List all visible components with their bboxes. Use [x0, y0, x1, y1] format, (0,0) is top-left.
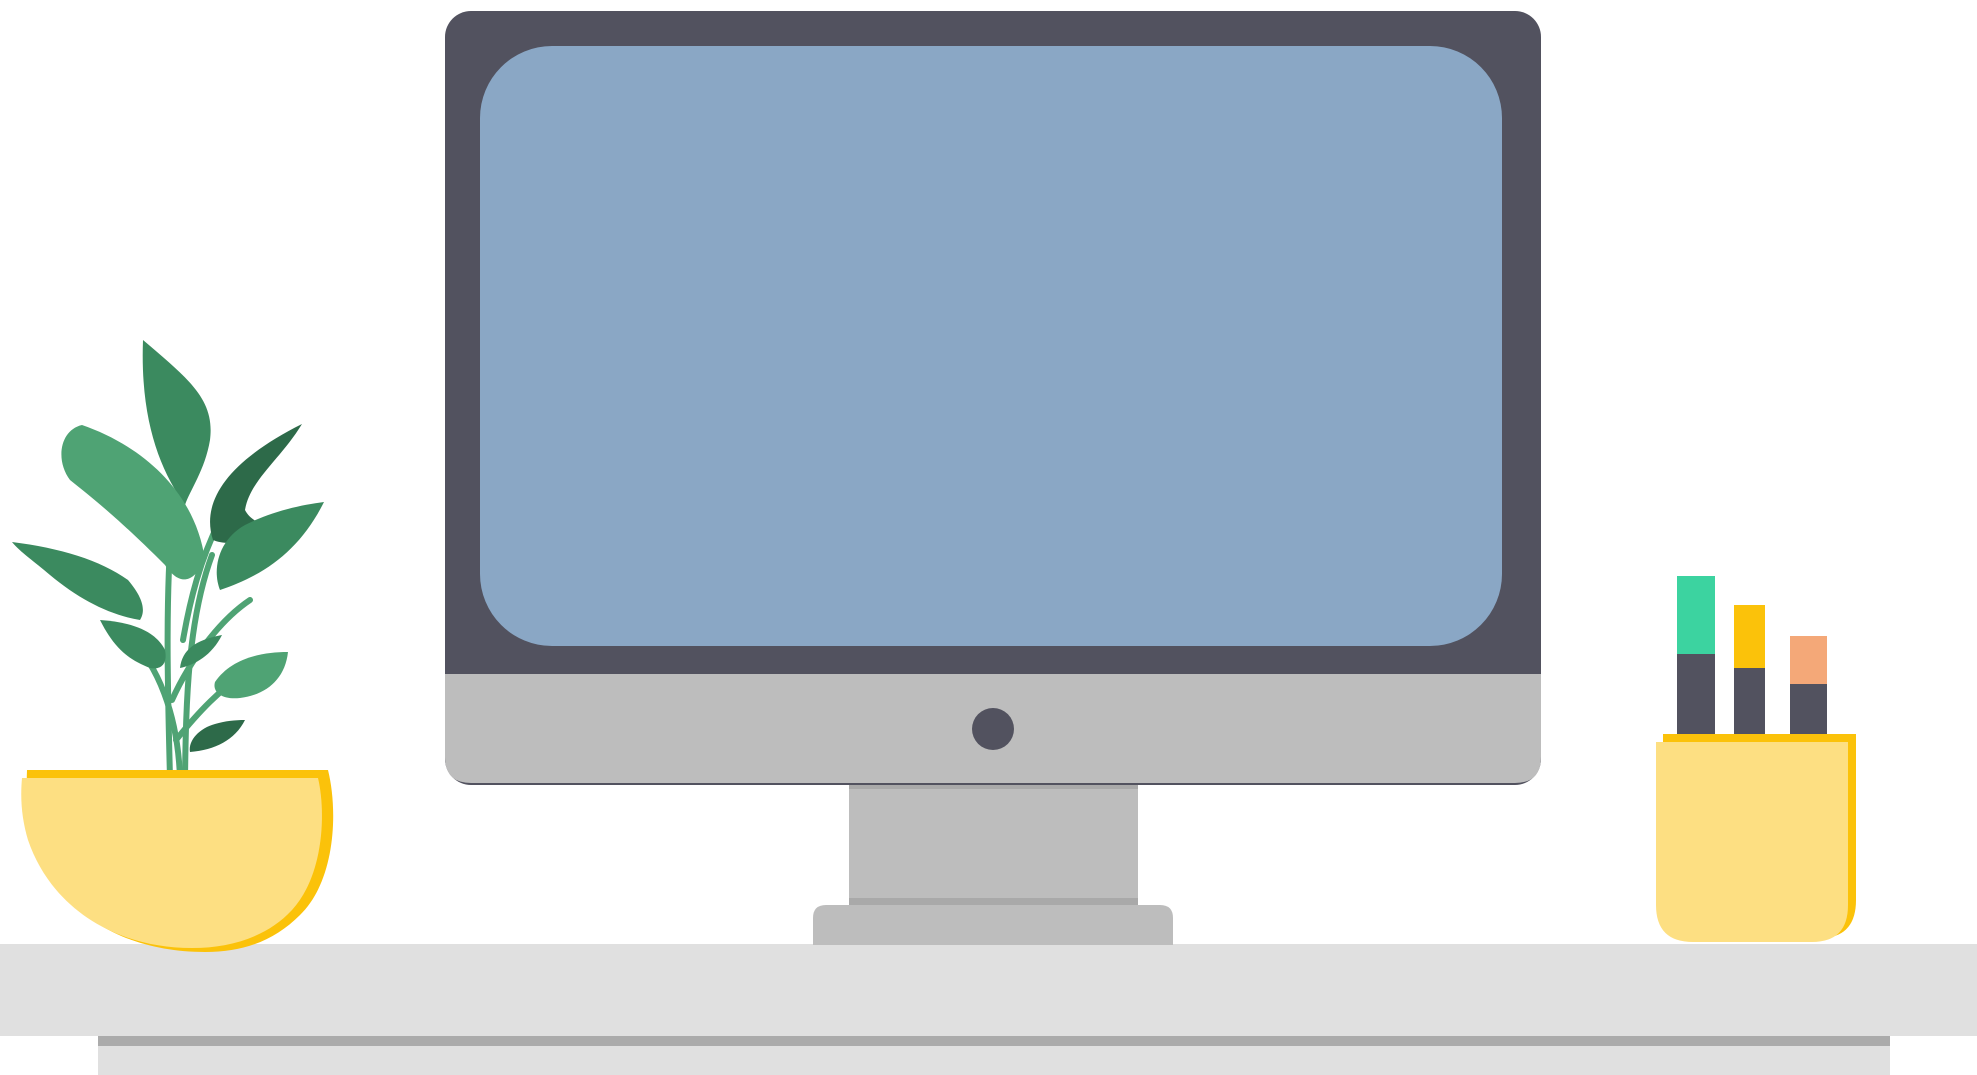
plant-leaf: [100, 620, 166, 669]
pen-cup: [1656, 742, 1848, 942]
desk-shadow: [98, 1036, 1890, 1046]
monitor-stand-base: [813, 905, 1173, 945]
monitor-stand-neck: [849, 782, 1138, 908]
plant-leaf: [214, 652, 288, 699]
pen-green-cap: [1677, 576, 1715, 656]
pen-yellow-body: [1734, 668, 1765, 738]
plant-pot: [21, 778, 322, 948]
plant-leaf: [189, 720, 245, 752]
plant-leaf: [12, 542, 143, 620]
monitor-screen: [480, 46, 1502, 646]
plant-leaf: [180, 635, 222, 668]
monitor: [445, 11, 1541, 945]
monitor-stand-neck-shadow-bottom: [849, 898, 1138, 906]
pen-yellow-cap: [1734, 605, 1765, 669]
desk-top: [0, 944, 1977, 1036]
potted-plant: [12, 340, 334, 952]
desk-illustration: [0, 11, 1977, 1075]
pen-green-body: [1677, 654, 1715, 738]
monitor-power-button: [972, 708, 1014, 750]
desk: [0, 944, 1977, 1075]
pen-orange-cap: [1790, 636, 1827, 686]
pen-orange-body: [1790, 684, 1827, 738]
pen-holder: [1656, 576, 1856, 942]
